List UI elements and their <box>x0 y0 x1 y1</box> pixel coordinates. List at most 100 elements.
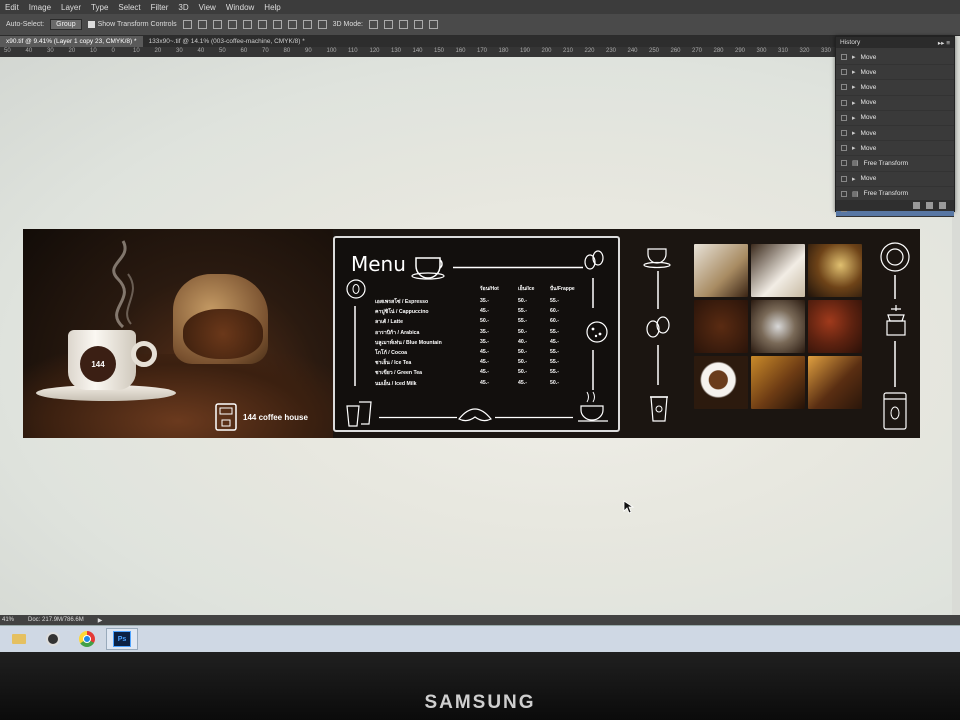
3d-scale-icon[interactable] <box>428 20 438 29</box>
new-document-from-state-icon[interactable] <box>913 202 920 209</box>
history-item[interactable]: ▤ Free Transform <box>836 156 954 172</box>
icon-divider-1 <box>657 271 659 309</box>
price-ice: 55.- <box>518 318 527 325</box>
align-middle-icon[interactable] <box>197 20 207 29</box>
align-left-icon[interactable] <box>227 20 237 29</box>
ruler-tick-label: 0 <box>111 48 115 54</box>
history-toggle-icon[interactable] <box>841 99 847 106</box>
ruler-tick-label: 80 <box>283 48 291 54</box>
menu-help[interactable]: Help <box>259 3 285 12</box>
tab-document-1[interactable]: x90.tif @ 9.41% (Layer 1 copy 23, CMYK/8… <box>0 36 143 47</box>
show-transform-checkbox[interactable]: Show Transform Controls <box>87 21 177 28</box>
price-ice: 40.- <box>518 338 527 345</box>
history-item-label: Move <box>860 53 877 61</box>
group-dropdown[interactable]: Group <box>50 19 82 30</box>
menu-layer[interactable]: Layer <box>56 3 86 12</box>
menu-view[interactable]: View <box>194 3 221 12</box>
history-toggle-icon[interactable] <box>841 160 847 167</box>
sack-beans <box>183 309 263 359</box>
menu-type[interactable]: Type <box>86 3 113 12</box>
ruler-tick-label: 250 <box>649 48 660 54</box>
history-toggle-icon[interactable] <box>841 145 847 152</box>
history-item[interactable]: ▸ Move <box>836 111 954 126</box>
menu-edit[interactable]: Edit <box>0 3 24 12</box>
menu-3d[interactable]: 3D <box>173 3 193 12</box>
cup-handle <box>131 341 157 367</box>
3d-rotate-icon[interactable] <box>368 20 378 29</box>
ruler-tick-label: 290 <box>735 48 746 54</box>
menu-filter[interactable]: Filter <box>146 3 174 12</box>
history-item[interactable]: ▸ Move <box>836 172 954 187</box>
history-toggle-icon[interactable] <box>841 175 847 182</box>
history-item-label: Move <box>860 114 877 122</box>
coffee-bean-badge-icon <box>346 279 366 299</box>
history-item[interactable]: ▸ Move <box>836 80 954 96</box>
history-toggle-icon[interactable] <box>841 130 847 137</box>
price-hot: 45.- <box>480 359 489 366</box>
history-toggle-icon[interactable] <box>841 84 847 91</box>
task-explorer[interactable] <box>4 629 34 649</box>
move-tool-icon: ▸ <box>852 99 856 107</box>
price-ice: 50.- <box>518 298 527 304</box>
3d-mode-label: 3D Mode: <box>332 21 363 28</box>
snapshot-icon[interactable] <box>926 202 933 209</box>
coffee-menu-banner[interactable]: 144 144 coffee house Menu ร้อน/Hot เย็น/… <box>23 229 920 438</box>
align-right-icon[interactable] <box>257 20 267 29</box>
trash-icon[interactable] <box>939 202 946 209</box>
history-toggle-icon[interactable] <box>841 190 847 197</box>
panel-menu-icon[interactable]: ▸▸ ≡ <box>938 39 950 47</box>
price-hot: 35.- <box>480 328 489 335</box>
history-item[interactable]: ▸ Move <box>836 141 954 157</box>
bottom-line-left <box>379 416 457 419</box>
tab-document-2[interactable]: 133x90~.tif @ 14.1% (003-coffee-machine,… <box>143 36 311 47</box>
menu-item-row: คาปูชิโน่ / Cappuccino 45.- 55.- 60.- <box>375 308 575 316</box>
menu-select[interactable]: Select <box>113 3 145 12</box>
auto-align-icon[interactable] <box>317 20 327 29</box>
3d-slide-icon[interactable] <box>413 20 423 29</box>
align-top-icon[interactable] <box>182 20 192 29</box>
price-ice: 55.- <box>518 308 527 315</box>
photo-cup-overhead <box>694 356 748 409</box>
ruler-tick-label: 40 <box>197 48 205 54</box>
ruler-tick-label: 110 <box>348 48 358 54</box>
3d-roll-icon[interactable] <box>383 20 393 29</box>
history-header: History ▸▸ ≡ <box>836 37 954 48</box>
history-item[interactable]: ▸ Move <box>836 96 954 111</box>
3d-pan-icon[interactable] <box>398 20 408 29</box>
ruler-tick-label: 190 <box>520 48 531 54</box>
history-item[interactable]: ▸ Move <box>836 65 954 81</box>
ruler-tick-label: 260 <box>670 48 681 54</box>
task-media-player[interactable] <box>38 629 68 649</box>
ruler-tick-label: 20 <box>154 48 162 54</box>
zoom-level[interactable]: 41% <box>2 617 14 623</box>
screen: Edit Image Layer Type Select Filter 3D V… <box>0 0 960 652</box>
price-frappe: 55.- <box>550 298 559 304</box>
distribute-center-icon[interactable] <box>287 20 297 29</box>
coffee-beans-icon <box>646 316 670 338</box>
align-center-icon[interactable] <box>242 20 252 29</box>
price-hot: 45.- <box>480 308 489 315</box>
price-hot: 35.- <box>480 298 489 304</box>
distribute-bottom-icon[interactable] <box>302 20 312 29</box>
status-arrow-icon[interactable]: ▶ <box>98 617 103 624</box>
history-title[interactable]: History <box>840 39 860 46</box>
history-toggle-icon[interactable] <box>841 54 847 61</box>
menu-window[interactable]: Window <box>221 3 259 12</box>
history-item[interactable]: ▸ Move <box>836 50 954 66</box>
history-toggle-icon[interactable] <box>841 69 847 76</box>
align-bottom-icon[interactable] <box>212 20 222 29</box>
distribute-icon[interactable] <box>272 20 282 29</box>
history-toggle-icon[interactable] <box>841 114 847 121</box>
price-ice: 50.- <box>518 328 527 335</box>
ruler-tick-label: 280 <box>713 48 724 54</box>
media-player-icon <box>46 632 60 646</box>
task-chrome[interactable] <box>72 629 102 649</box>
transform-icon: ▤ <box>852 160 859 168</box>
history-item[interactable]: ▸ Move <box>836 126 954 142</box>
history-item-label: Move <box>860 99 877 107</box>
menu-image[interactable]: Image <box>24 3 56 12</box>
croissant-icon <box>458 408 492 422</box>
coffee-top-view-icon <box>880 242 910 272</box>
cup-saucer-icon <box>643 248 671 269</box>
task-photoshop[interactable]: Ps <box>106 628 138 650</box>
